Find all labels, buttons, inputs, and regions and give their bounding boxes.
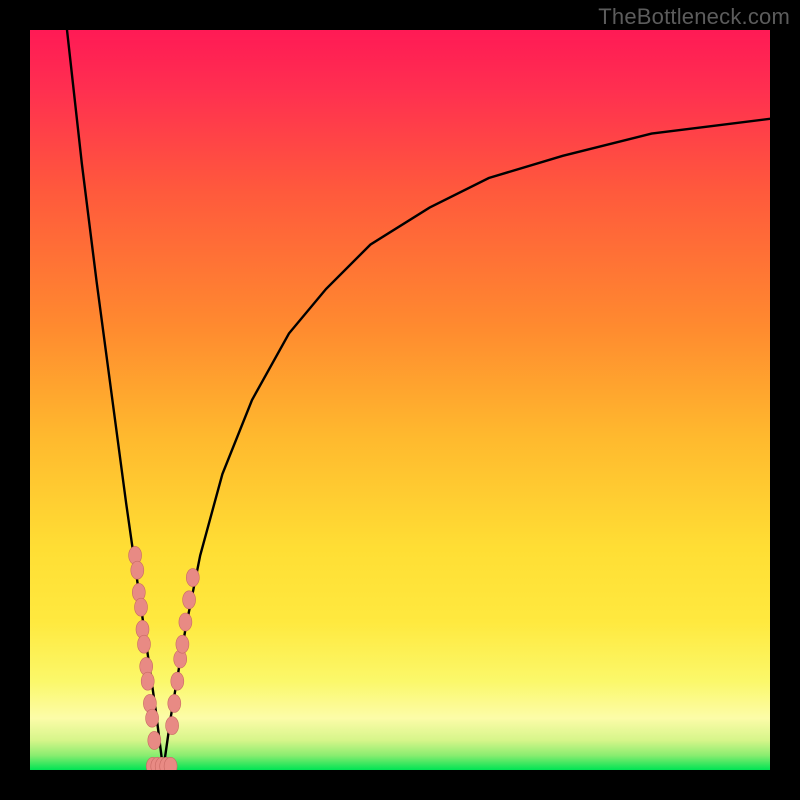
marker-dot [183, 591, 196, 609]
marker-dot [168, 694, 181, 712]
marker-dot [176, 635, 189, 653]
watermark-text: TheBottleneck.com [598, 4, 790, 30]
marker-dot [148, 731, 161, 749]
plot-area [30, 30, 770, 770]
marker-dot [186, 569, 199, 587]
chart-frame: TheBottleneck.com [0, 0, 800, 800]
marker-dot [171, 672, 184, 690]
marker-dot [146, 709, 159, 727]
bottleneck-curve-svg [30, 30, 770, 770]
marker-dot [131, 561, 144, 579]
bottleneck-curve [67, 30, 770, 770]
marker-dot [166, 717, 179, 735]
marker-dot [141, 672, 154, 690]
marker-dot [135, 598, 148, 616]
marker-dot [138, 635, 151, 653]
marker-dot [179, 613, 192, 631]
marker-cluster [129, 546, 200, 770]
